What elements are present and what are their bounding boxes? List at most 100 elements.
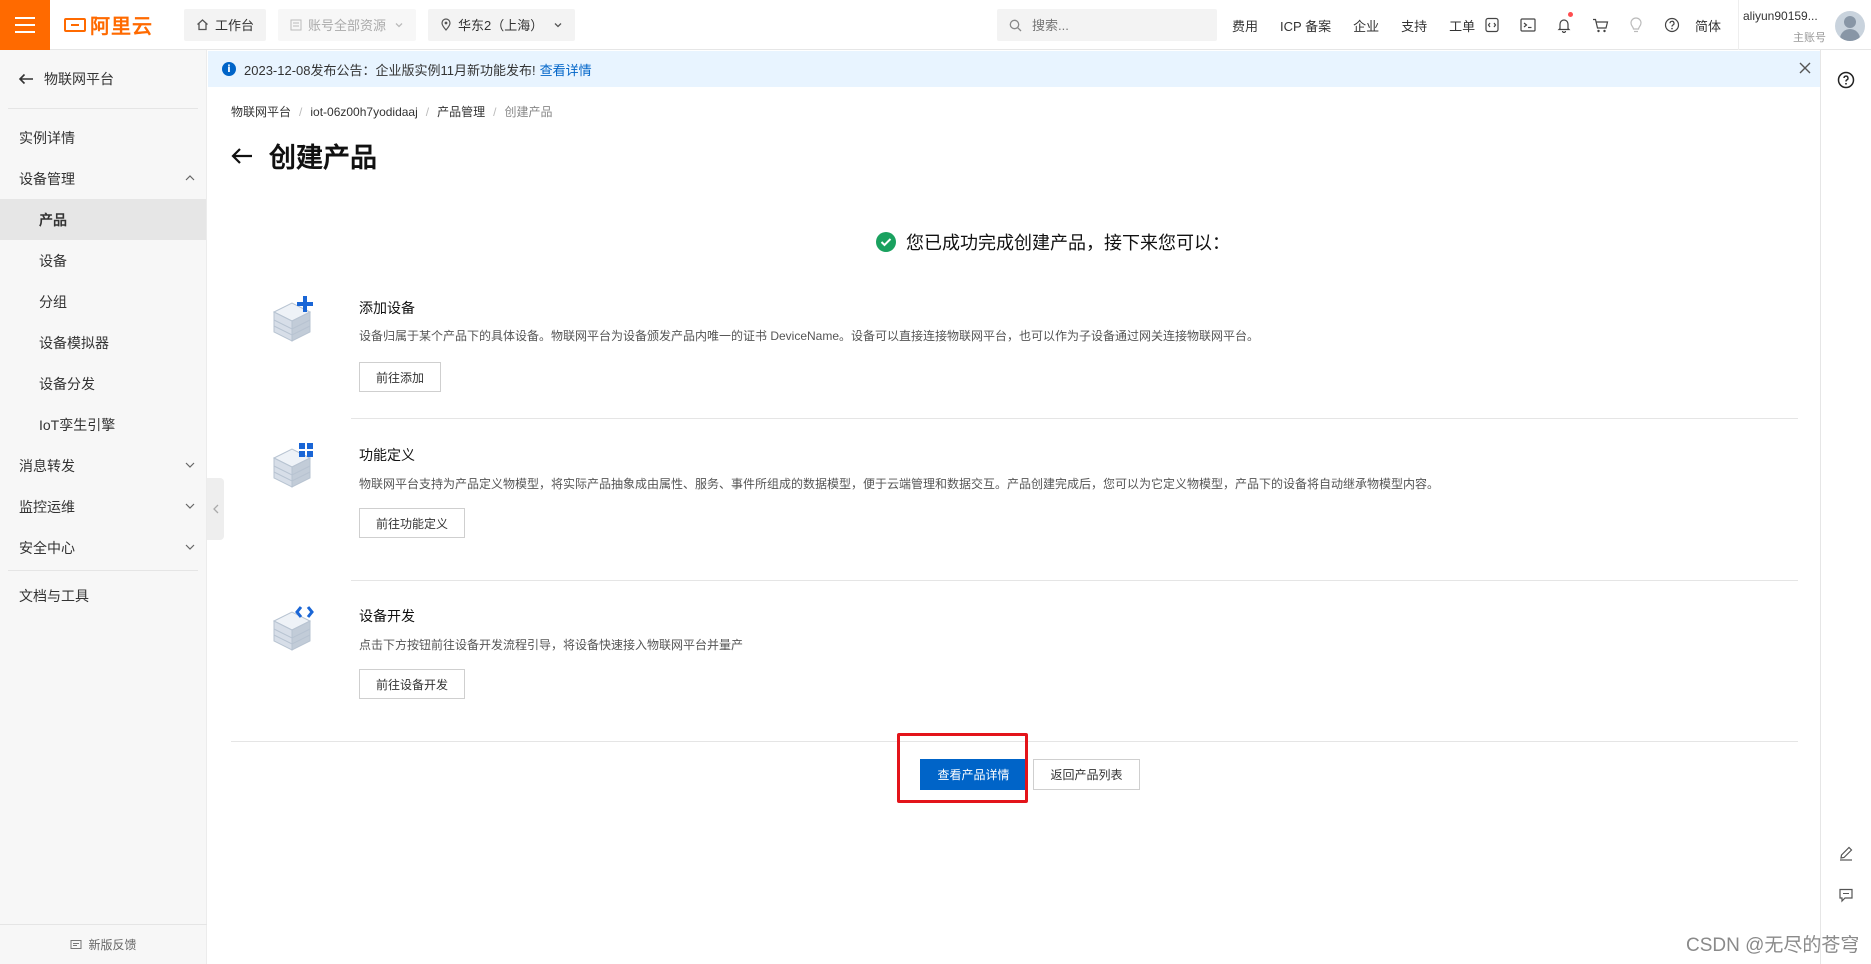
cart-button[interactable] [1582, 0, 1618, 50]
sidebar-item-iot-twin-engine[interactable]: IoT孪生引擎 [0, 404, 206, 445]
view-product-detail-button[interactable]: 查看产品详情 [920, 759, 1027, 790]
edit-float-button[interactable] [1836, 843, 1856, 863]
sidebar-item-label: 设备管理 [19, 170, 75, 187]
sidebar-item-label: 设备分发 [39, 375, 95, 392]
region-selector[interactable]: 华东2（上海） [428, 8, 576, 41]
chevron-down-icon [185, 503, 195, 509]
sidebar-item-device[interactable]: 设备 [0, 240, 206, 281]
resource-scope-dropdown[interactable]: 账号全部资源 [278, 8, 417, 41]
sidebar-item-message-forwarding[interactable]: 消息转发 [0, 445, 206, 486]
top-navbar: 阿里云 工作台 账号全部资源 华东2（上海） 费用 ICP 备案 企业 支持 工… [0, 0, 1871, 50]
go-device-development-button[interactable]: 前往设备开发 [359, 669, 465, 699]
sidebar-collapse-handle[interactable] [207, 478, 224, 540]
sidebar-item-label: 设备模拟器 [39, 334, 109, 351]
feedback-button[interactable]: 新版反馈 [0, 924, 207, 964]
step-description: 点击下方按钮前往设备开发流程引导，将设备快速接入物联网平台并量产 [359, 638, 744, 652]
breadcrumb-separator: / [425, 104, 430, 119]
function-definition-icon [272, 443, 313, 488]
step-title: 设备开发 [359, 608, 415, 624]
sidebar-item-device-distribution[interactable]: 设备分发 [0, 363, 206, 404]
section-divider [231, 741, 1798, 742]
search-input[interactable] [1030, 16, 1190, 34]
hamburger-menu-button[interactable] [0, 0, 50, 50]
terminal-icon [1520, 18, 1536, 32]
step-title: 功能定义 [359, 447, 415, 463]
notification-dot [1568, 12, 1573, 17]
tips-button[interactable] [1618, 0, 1654, 50]
top-link-support[interactable]: 支持 [1401, 16, 1427, 35]
sidebar-item-security-center[interactable]: 安全中心 [0, 527, 206, 568]
check-circle-icon [876, 232, 896, 252]
breadcrumb-separator: / [299, 104, 303, 119]
page-title: 创建产品 [269, 143, 377, 173]
back-arrow-icon[interactable] [231, 147, 253, 165]
sidebar-item-label: IoT孪生引擎 [39, 416, 116, 433]
sidebar-item-monitoring-ops[interactable]: 监控运维 [0, 486, 206, 527]
feedback-icon [70, 939, 82, 949]
avatar[interactable] [1835, 11, 1865, 41]
notification-button[interactable] [1546, 0, 1582, 50]
terminal-button[interactable] [1510, 0, 1546, 50]
sidebar-item-label: 设备 [39, 252, 67, 269]
user-name: aliyun90159... [1743, 9, 1818, 23]
cart-icon [1592, 18, 1608, 32]
code-icon [1485, 17, 1499, 33]
watermark-text: CSDN @无尽的苍穹 [1686, 935, 1860, 956]
close-icon[interactable] [1798, 61, 1812, 75]
sidebar-item-instance-detail[interactable]: 实例详情 [0, 117, 206, 158]
code-button[interactable] [1474, 0, 1510, 50]
home-icon [197, 19, 208, 31]
pencil-icon [1840, 846, 1853, 861]
feedback-label: 新版反馈 [88, 938, 137, 952]
announcement-link[interactable]: 查看详情 [540, 60, 592, 79]
back-to-product-list-button[interactable]: 返回产品列表 [1033, 759, 1140, 790]
right-rail [1820, 50, 1871, 964]
sidebar-item-label: 实例详情 [19, 129, 75, 146]
global-search [997, 9, 1217, 41]
top-link-icp[interactable]: ICP 备案 [1280, 16, 1331, 35]
sidebar-item-label: 分组 [39, 293, 67, 310]
step-divider [351, 580, 1798, 581]
go-function-definition-button[interactable]: 前往功能定义 [359, 508, 465, 538]
sidebar-item-device-management[interactable]: 设备管理 [0, 158, 206, 199]
breadcrumb-instance[interactable]: iot-06z00h7yodidaaj [310, 105, 417, 119]
top-link-ticket[interactable]: 工单 [1449, 16, 1475, 35]
top-link-fees[interactable]: 费用 [1232, 16, 1258, 35]
help-float-button[interactable] [1836, 70, 1856, 90]
aliyun-logo[interactable]: 阿里云 [64, 10, 174, 39]
sidebar: 物联网平台 实例详情 设备管理 产品 设备 分组 设备模拟器 设备分发 IoT孪… [0, 50, 207, 964]
sidebar-item-label: 监控运维 [19, 498, 75, 515]
list-icon [290, 19, 302, 30]
sidebar-back-link[interactable]: 物联网平台 [0, 50, 206, 108]
page-header: 创建产品 [231, 136, 377, 175]
language-switch[interactable]: 简体 [1695, 16, 1721, 35]
add-device-icon [272, 296, 313, 342]
sidebar-item-label: 消息转发 [19, 457, 75, 474]
announcement-bar: i 2023-12-08发布公告：企业版实例11月新功能发布! 查看详情 [208, 51, 1820, 87]
sidebar-item-docs-tools[interactable]: 文档与工具 [0, 575, 206, 616]
breadcrumb-product-management[interactable]: 产品管理 [437, 103, 485, 120]
sidebar-item-product[interactable]: 产品 [0, 199, 206, 240]
message-float-button[interactable] [1836, 885, 1856, 905]
workbench-button[interactable]: 工作台 [184, 8, 267, 41]
user-role: 主账号 [1793, 32, 1826, 44]
search-icon [1009, 19, 1022, 31]
go-add-device-button[interactable]: 前往添加 [359, 362, 441, 392]
device-development-icon [272, 606, 314, 651]
step-description: 物联网平台支持为产品定义物模型，将实际产品抽象成由属性、服务、事件所组成的数据模… [359, 477, 1440, 491]
step-title: 添加设备 [359, 300, 415, 316]
top-links: 费用 ICP 备案 企业 支持 工单 [1232, 0, 1497, 50]
step-description: 设备归属于某个产品下的具体设备。物联网平台为设备颁发产品内唯一的证书 Devic… [359, 329, 1260, 343]
help-button[interactable] [1654, 0, 1690, 50]
bell-icon [1557, 19, 1571, 33]
sidebar-item-device-simulator[interactable]: 设备模拟器 [0, 322, 206, 363]
user-account-menu[interactable]: aliyun90159... 主账号 [1738, 0, 1871, 50]
sidebar-item-group[interactable]: 分组 [0, 281, 206, 322]
top-link-enterprise[interactable]: 企业 [1353, 16, 1379, 35]
resource-scope-label: 账号全部资源 [308, 18, 387, 33]
chevron-down-icon [554, 22, 562, 27]
sidebar-item-label: 文档与工具 [19, 587, 89, 604]
chevron-down-icon [185, 462, 195, 468]
location-pin-icon [441, 18, 451, 31]
breadcrumb-iot-platform[interactable]: 物联网平台 [231, 103, 291, 120]
